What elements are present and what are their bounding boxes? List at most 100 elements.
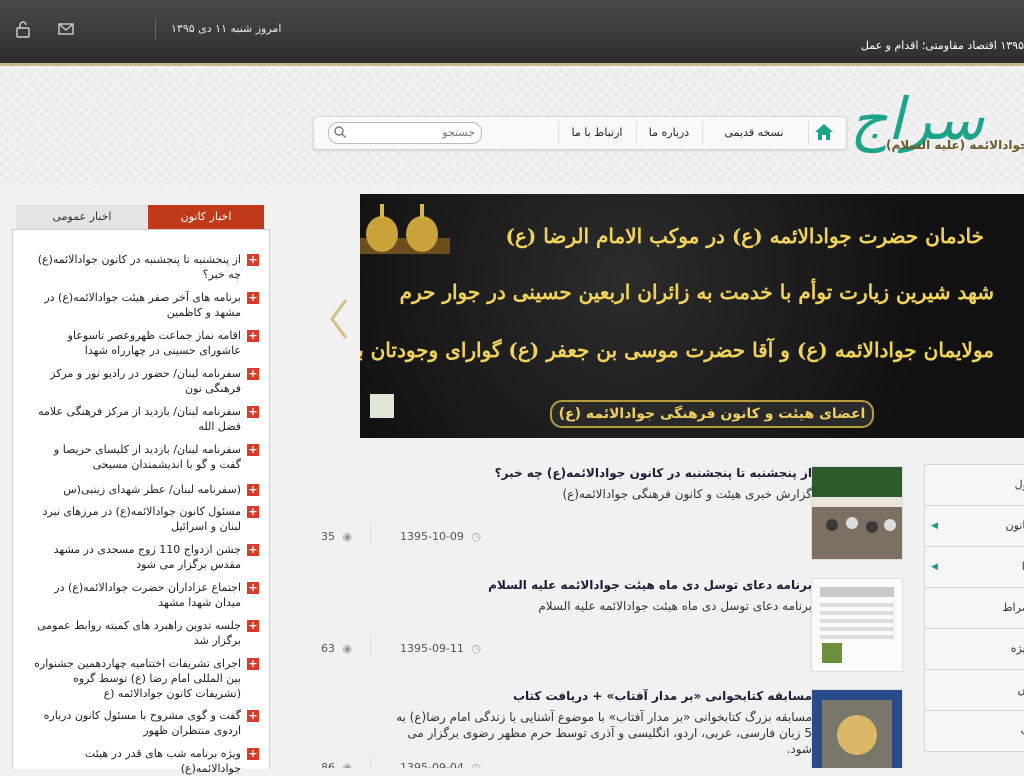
clock-icon: ◷: [471, 761, 482, 768]
news-item[interactable]: + از پنجشنبه تا پنجشنبه در کانون جوادالائ…: [31, 252, 259, 282]
article-title[interactable]: مسابقه کتابخوانی «بر مدار آفتاب» + دریاف…: [492, 689, 812, 703]
triangle-left-icon: ◀: [931, 521, 938, 531]
side-menu-item[interactable]: ◀ما: [924, 546, 1024, 588]
plus-icon: +: [247, 581, 259, 594]
slider-prev-button[interactable]: [324, 296, 354, 342]
news-item[interactable]: + (سفرنامه لبنان/ عطر شهدای زینبی(س: [31, 482, 259, 497]
search-box: [328, 122, 482, 144]
nav-old-version[interactable]: نسخه قدیمی: [702, 117, 806, 149]
nav-divider: [558, 121, 559, 145]
topbar-divider: [155, 18, 156, 40]
plus-icon: +: [247, 619, 259, 632]
header: سراج کانون جوادالائمه (علیه السلام) نسخه…: [0, 66, 1024, 188]
news-panel: اخبار کانون اخبار عمومی + از پنجشنبه تا پ…: [12, 205, 270, 775]
article-desc: گزارش خبری هیئت و کانون فرهنگی جوادالائم…: [562, 487, 812, 501]
article-desc: برنامه دعای توسل دی ماه هیئت جوادالائمه …: [538, 599, 812, 613]
clock-icon: ◷: [471, 530, 482, 543]
tab-general-news[interactable]: اخبار عمومی: [16, 205, 148, 229]
eye-icon: ◉: [342, 530, 353, 543]
top-bar: امروز شنبه ۱۱ دی ۱۳۹۵ ۱۳۹۵ اقتصاد مقاومت…: [0, 0, 1024, 66]
plus-icon: +: [247, 253, 259, 266]
article-date: 1395-09-04 ◷: [400, 761, 481, 768]
nav-contact[interactable]: ارتباط با ما: [558, 117, 636, 149]
article-views: 86 ◉: [321, 761, 352, 768]
news-item[interactable]: + اجرای تشریفات اختتامیه چهاردهمین جشنوار…: [31, 656, 259, 701]
news-item[interactable]: + اجتماع عزاداران حضرت جوادالائمه(ع) در م…: [31, 580, 259, 610]
article-title[interactable]: از پنجشنبه تا پنجشنبه در کانون جوادالائم…: [492, 466, 812, 480]
article-views: 63 ◉: [321, 642, 353, 655]
site-logo[interactable]: سراج کانون جوادالائمه (علیه السلام): [846, 84, 1024, 174]
nav-divider: [636, 121, 637, 145]
news-tabs: اخبار کانون اخبار عمومی: [16, 205, 264, 229]
plus-icon: +: [247, 291, 259, 304]
news-item[interactable]: + سفرنامه لبنان/ بازدید از مرکز فرهنگی عل…: [31, 404, 259, 434]
right-side-menu: اول ◀کانون ◀ما صراط ویژه س ت: [924, 464, 1024, 768]
slider-badge-image: [370, 394, 394, 418]
article-title[interactable]: برنامه دعای توسل دی ماه هیئت جوادالائمه …: [488, 578, 812, 592]
tab-center-news[interactable]: اخبار کانون: [148, 205, 264, 229]
side-menu-item[interactable]: ت: [924, 710, 1024, 752]
side-menu-item[interactable]: اول: [924, 464, 1024, 506]
search-input[interactable]: [351, 125, 475, 139]
logo-name: کانون جوادالائمه (علیه السلام): [886, 138, 1024, 152]
triangle-left-icon: ◀: [931, 562, 938, 572]
nav-about[interactable]: درباره ما: [636, 117, 702, 149]
chevron-left-icon: [330, 299, 348, 339]
news-item[interactable]: + گفت و گوی مشروح با مسئول کانون درباره ا…: [31, 708, 259, 738]
eye-icon: ◉: [342, 642, 353, 655]
news-item[interactable]: + جلسه تدوین راهبرد های کمیته روابط عمومی…: [31, 618, 259, 648]
article-date: 1395-09-11 ◷: [400, 642, 482, 655]
news-item[interactable]: + برنامه های آخر صفر هیئت جوادالائمه(ع) د…: [31, 290, 259, 320]
slider-line-3: مولایمان جوادالائمه (ع) و آقا حضرت موسی …: [360, 338, 994, 362]
plus-icon: +: [247, 709, 259, 722]
plus-icon: +: [247, 657, 259, 670]
side-menu-item[interactable]: صراط: [924, 587, 1024, 629]
search-icon[interactable]: [333, 125, 347, 142]
news-item[interactable]: + مسئول کانون جوادالائمه(ع) در مرزهای نبر…: [31, 504, 259, 534]
nav-divider: [808, 121, 809, 145]
article-thumbnail[interactable]: [811, 578, 903, 672]
side-menu-item[interactable]: س: [924, 669, 1024, 711]
article-item[interactable]: از پنجشنبه تا پنجشنبه در کانون جوادالائم…: [310, 466, 910, 564]
main-nav: نسخه قدیمی درباره ما ارتباط با ما: [313, 116, 847, 150]
news-ticker[interactable]: ۱۳۹۵ اقتصاد مقاومتی؛ اقدام و عمل: [861, 39, 1024, 52]
home-icon[interactable]: [812, 121, 836, 145]
golden-domes-image: [360, 204, 450, 254]
article-desc: مسابقه بزرگ کتابخوانی «بر مدار آفتاب» با…: [396, 710, 812, 756]
side-menu-item[interactable]: ◀کانون: [924, 505, 1024, 547]
article-date: 1395-10-09 ◷: [400, 530, 482, 543]
plus-icon: +: [247, 505, 259, 518]
news-item[interactable]: + اقامه نماز جماعت ظهروعصر تاسوعاو عاشورا…: [31, 328, 259, 358]
plus-icon: +: [247, 329, 259, 342]
slider-line-2: شهد شیرین زیارت توأم با خدمت به زائران ا…: [399, 280, 994, 304]
article-thumbnail[interactable]: [811, 689, 903, 768]
clock-icon: ◷: [471, 642, 482, 655]
slider-line-1: خادمان حضرت جوادالائمه (ع) در موکب الاما…: [505, 224, 984, 248]
news-item[interactable]: + جشن ازدواج 110 زوج مسجدی در مشهد مقدس ب…: [31, 542, 259, 572]
plus-icon: +: [247, 483, 259, 496]
article-thumbnail[interactable]: [811, 466, 903, 560]
lock-icon[interactable]: [14, 20, 32, 38]
article-item[interactable]: برنامه دعای توسل دی ماه هیئت جوادالائمه …: [310, 578, 910, 676]
mail-icon[interactable]: [57, 20, 75, 38]
meta-divider: [370, 755, 371, 768]
meta-divider: [370, 522, 371, 544]
news-item[interactable]: + ویژه برنامه شب های قدر در هیئت جوادالائ…: [31, 746, 259, 776]
meta-divider: [370, 634, 371, 656]
side-menu-item[interactable]: ویژه: [924, 628, 1024, 670]
news-item[interactable]: + سفرنامه لبنان/ حضور در رادیو نور و مرکز…: [31, 366, 259, 396]
news-item[interactable]: + سفرنامه لبنان/ بازدید از کلیسای حریصا و…: [31, 442, 259, 472]
article-item[interactable]: مسابقه کتابخوانی «بر مدار آفتاب» + دریاف…: [310, 689, 910, 768]
article-views: 35 ◉: [321, 530, 353, 543]
slider-caption: اعضای هیئت و کانون فرهنگی جوادالائمه (ع): [550, 400, 874, 428]
plus-icon: +: [247, 543, 259, 556]
plus-icon: +: [247, 405, 259, 418]
today-date: امروز شنبه ۱۱ دی ۱۳۹۵: [171, 22, 282, 35]
plus-icon: +: [247, 367, 259, 380]
hero-slider[interactable]: خادمان حضرت جوادالائمه (ع) در موکب الاما…: [360, 194, 1024, 438]
nav-divider: [702, 121, 703, 145]
plus-icon: +: [247, 443, 259, 456]
eye-icon: ◉: [342, 761, 353, 768]
plus-icon: +: [247, 747, 259, 760]
news-list: + از پنجشنبه تا پنجشنبه در کانون جوادالائ…: [12, 229, 270, 775]
